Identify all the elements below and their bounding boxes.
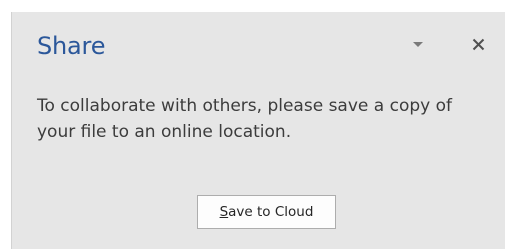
pane-title: Share [37, 32, 106, 60]
accelerator-key: S [219, 204, 229, 220]
task-pane-options-button[interactable] [410, 39, 426, 51]
share-message: To collaborate with others, please save … [37, 96, 452, 142]
close-icon [472, 38, 484, 50]
share-pane: Share To collaborate with others, please… [11, 12, 505, 249]
save-to-cloud-button[interactable]: Save to Cloud [197, 195, 336, 229]
chevron-down-icon [413, 42, 423, 47]
button-label: ave to Cloud [228, 204, 314, 220]
close-button[interactable] [469, 35, 487, 53]
